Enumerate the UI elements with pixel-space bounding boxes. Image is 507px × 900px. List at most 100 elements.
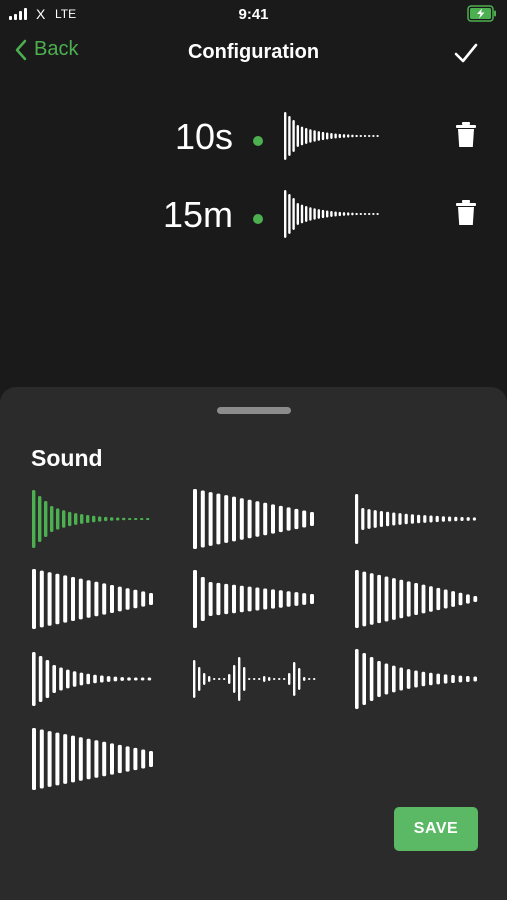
waveform-bar xyxy=(410,514,414,524)
waveform-bar xyxy=(423,515,427,523)
status-dot xyxy=(253,136,263,146)
waveform-bar xyxy=(38,496,42,542)
waveform-bar xyxy=(193,660,196,698)
sound-option[interactable] xyxy=(31,728,155,790)
waveform-bar xyxy=(248,678,251,680)
sound-option[interactable] xyxy=(354,648,478,710)
waveform-bar xyxy=(203,673,206,685)
waveform-bar xyxy=(78,737,83,781)
waveform-bar xyxy=(116,517,120,521)
waveform-bar xyxy=(216,493,221,545)
waveform-bar xyxy=(271,589,275,609)
waveform-bar xyxy=(228,674,231,684)
waveform-bar xyxy=(363,135,367,137)
waveform-bar xyxy=(110,585,114,613)
alarm-row[interactable]: 10s xyxy=(0,112,507,172)
waveform-bar xyxy=(200,490,205,548)
waveform-bar xyxy=(255,587,260,611)
waveform-bar xyxy=(441,516,445,522)
waveform-bar xyxy=(117,744,122,774)
waveform-bar xyxy=(140,677,145,681)
sheet-drag-handle[interactable] xyxy=(217,407,291,414)
checkmark-icon[interactable] xyxy=(453,40,479,66)
waveform-bar xyxy=(300,204,304,224)
waveform-bar xyxy=(271,504,275,534)
waveform-bar xyxy=(372,213,375,215)
waveform-bar xyxy=(47,731,52,787)
waveform-bar xyxy=(372,135,375,137)
waveform-bar xyxy=(429,586,433,612)
waveform-bar xyxy=(134,518,138,520)
waveform-bar xyxy=(127,677,131,681)
waveform-bar xyxy=(32,652,36,706)
sound-option[interactable] xyxy=(31,568,155,630)
waveform-bar xyxy=(294,508,299,530)
waveform-bar xyxy=(379,510,383,528)
trash-icon[interactable] xyxy=(456,200,476,226)
waveform-icon xyxy=(284,190,379,238)
waveform-bar xyxy=(362,571,367,627)
waveform-bar xyxy=(300,126,304,146)
waveform-bar xyxy=(398,513,402,525)
sound-picker-sheet: Sound SAVE xyxy=(0,387,507,900)
waveform-bar xyxy=(454,516,458,522)
waveform-bar xyxy=(232,584,236,614)
waveform-bar xyxy=(292,198,295,230)
waveform-bar xyxy=(106,676,111,682)
waveform-bar xyxy=(47,572,52,626)
waveform-bar xyxy=(376,135,379,137)
waveform-bar xyxy=(141,591,146,607)
waveform-bar xyxy=(102,583,107,615)
waveform-bar xyxy=(125,588,130,610)
waveform-bar xyxy=(347,212,350,216)
waveform-bar xyxy=(288,194,291,234)
waveform-bar xyxy=(377,661,381,697)
waveform-bar xyxy=(263,588,268,610)
sound-option[interactable] xyxy=(354,488,478,550)
waveform-bar xyxy=(429,672,433,686)
waveform-bar xyxy=(355,494,359,544)
waveform-bar xyxy=(288,116,291,156)
sound-option[interactable] xyxy=(192,568,316,630)
waveform-bar xyxy=(342,212,346,216)
waveform-bar xyxy=(71,735,75,783)
waveform-bar xyxy=(361,508,365,530)
waveform-bar xyxy=(255,501,260,537)
waveform-bar xyxy=(86,580,91,618)
waveform-bar xyxy=(286,591,291,607)
waveform-icon xyxy=(32,490,150,548)
alarm-row[interactable]: 15m xyxy=(0,190,507,250)
waveform-bar xyxy=(436,673,440,685)
waveform-icon xyxy=(193,570,314,628)
waveform-bar xyxy=(436,587,441,611)
waveform-bar xyxy=(238,657,241,701)
waveform-bar xyxy=(39,729,44,789)
waveform-bar xyxy=(286,507,291,531)
waveform-bar xyxy=(146,518,150,520)
sound-option[interactable] xyxy=(31,648,155,710)
waveform-bar xyxy=(414,583,418,615)
waveform-bar xyxy=(193,489,197,549)
waveform-bar xyxy=(302,510,307,528)
waveform-bar xyxy=(355,212,358,216)
waveform-bar xyxy=(239,585,244,613)
waveform-bar xyxy=(294,592,299,606)
waveform-bar xyxy=(104,516,108,522)
sound-option[interactable] xyxy=(192,648,316,710)
waveform-bar xyxy=(351,212,354,216)
waveform-bar xyxy=(302,593,307,605)
sound-option[interactable] xyxy=(354,568,478,630)
trash-icon[interactable] xyxy=(456,122,476,148)
sound-option[interactable] xyxy=(31,488,155,550)
save-button[interactable]: SAVE xyxy=(394,807,478,851)
waveform-bar xyxy=(94,581,99,617)
waveform-bar xyxy=(330,211,333,217)
waveform-bar xyxy=(198,667,201,691)
sound-option[interactable] xyxy=(192,488,316,550)
waveform-bar xyxy=(93,674,97,684)
waveform-bar xyxy=(308,678,311,680)
waveform-bar xyxy=(377,574,381,624)
waveform-bar xyxy=(317,209,320,219)
waveform-bar xyxy=(55,732,60,786)
waveform-bar xyxy=(224,495,229,543)
